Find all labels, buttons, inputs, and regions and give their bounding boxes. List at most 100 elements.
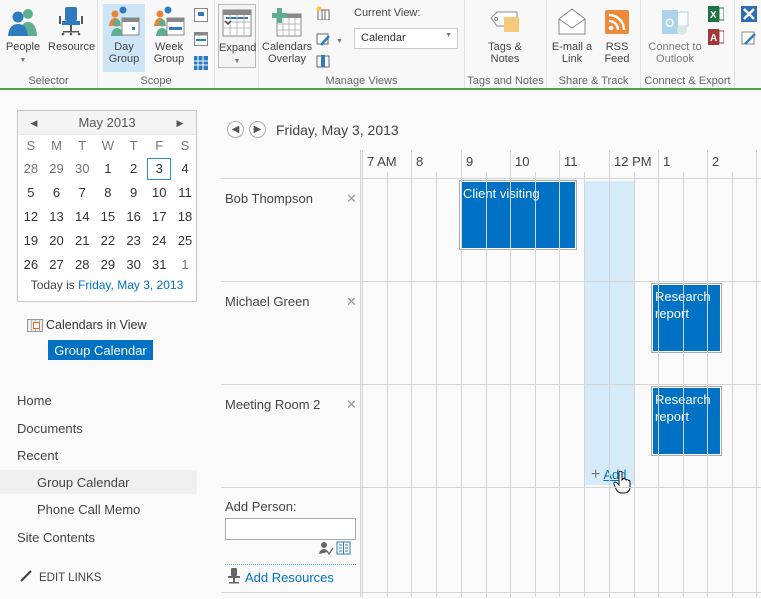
tags-notes-button[interactable]: Tags & Notes bbox=[480, 4, 530, 65]
add-person-input[interactable] bbox=[225, 518, 356, 540]
hour-label: 2 bbox=[712, 154, 720, 169]
calendar-day[interactable]: 28 bbox=[69, 253, 95, 277]
nav-group-calendar[interactable]: Group Calendar bbox=[37, 475, 130, 490]
calendar-day[interactable]: 29 bbox=[44, 157, 70, 181]
day-group-button[interactable]: Day Group bbox=[103, 4, 145, 72]
calendars-overlay-button[interactable]: Calendars Overlay bbox=[262, 4, 312, 65]
access-icon[interactable]: A bbox=[708, 29, 725, 45]
calendar-day[interactable]: 15 bbox=[95, 205, 121, 229]
hour-label: 11 bbox=[564, 154, 578, 169]
calendar-day[interactable]: 30 bbox=[69, 157, 95, 181]
calendar-day[interactable]: 29 bbox=[95, 253, 121, 277]
pencil-icon bbox=[20, 570, 32, 585]
next-month-icon[interactable]: ▶ bbox=[170, 111, 190, 135]
date-navigation: ◀ ▶ Friday, May 3, 2013 bbox=[227, 121, 399, 138]
email-link-button[interactable]: E-mail a Link bbox=[549, 4, 595, 65]
calendar-day[interactable]: 24 bbox=[146, 229, 172, 253]
hand-cursor-icon bbox=[613, 470, 631, 494]
calendar-day[interactable]: 1 bbox=[95, 157, 121, 181]
calendar-day[interactable]: 26 bbox=[18, 253, 44, 277]
calendar-day[interactable]: 30 bbox=[121, 253, 147, 277]
calendar-in-view-item[interactable]: Group Calendar bbox=[47, 339, 154, 361]
calendar-day[interactable]: 10 bbox=[146, 181, 172, 205]
hour-label: 10 bbox=[515, 154, 530, 169]
modify-view-icon[interactable]: ▼ bbox=[316, 32, 344, 46]
calendar-day[interactable]: 9 bbox=[121, 181, 147, 205]
edit-list-icon[interactable] bbox=[741, 30, 757, 46]
edit-links-button[interactable]: EDIT LINKS bbox=[20, 570, 101, 585]
week-group-button[interactable]: Week Group bbox=[148, 4, 190, 65]
hour-grid-line bbox=[362, 150, 363, 597]
chevron-down-icon: ▼ bbox=[445, 32, 452, 39]
week-view-icon[interactable] bbox=[194, 32, 208, 46]
calendar-day[interactable]: 27 bbox=[44, 253, 70, 277]
hour-grid-line bbox=[510, 150, 511, 597]
excel-icon[interactable]: X bbox=[708, 6, 725, 22]
people-icon bbox=[7, 6, 39, 38]
day-view-icon[interactable] bbox=[194, 8, 208, 22]
today-link[interactable]: Friday, May 3, 2013 bbox=[78, 278, 183, 292]
nav-documents[interactable]: Documents bbox=[17, 421, 83, 436]
hour-grid-line bbox=[609, 150, 610, 597]
calendar-day[interactable]: 13 bbox=[44, 205, 70, 229]
calendar-day[interactable]: 19 bbox=[18, 229, 44, 253]
remove-row-icon[interactable]: ✕ bbox=[346, 397, 357, 413]
event-research-report[interactable]: Research report bbox=[651, 386, 722, 456]
mini-calendar: ◀ May 2013 ▶ S M T W T F S 28 29 30 1 2 3 4 5 6 7 8 9 10 11 1… bbox=[17, 110, 197, 302]
calendar-day[interactable]: 31 bbox=[146, 253, 172, 277]
calendar-day[interactable]: 28 bbox=[18, 157, 44, 181]
add-resources-link[interactable]: Add Resources bbox=[227, 568, 334, 587]
browse-directory-icon[interactable] bbox=[336, 541, 352, 560]
group-label-share-track: Share & Track bbox=[558, 75, 629, 87]
weekday-header: T bbox=[129, 138, 138, 153]
calendar-day[interactable]: 12 bbox=[18, 205, 44, 229]
calendar-day[interactable]: 2 bbox=[121, 157, 147, 181]
calendar-day[interactable]: 11 bbox=[172, 181, 198, 205]
week-group-icon bbox=[153, 6, 185, 38]
settings-tools-icon[interactable] bbox=[741, 6, 757, 22]
calendar-day[interactable]: 1 bbox=[172, 253, 198, 277]
calendar-day[interactable]: 22 bbox=[95, 229, 121, 253]
resource-button[interactable]: Resource bbox=[48, 4, 95, 53]
next-day-icon[interactable]: ▶ bbox=[249, 121, 266, 138]
nav-phone-call-memo[interactable]: Phone Call Memo bbox=[37, 502, 140, 517]
hour-grid-line bbox=[658, 150, 659, 597]
view-columns-icon[interactable] bbox=[316, 54, 330, 68]
row-grid-line bbox=[221, 281, 761, 282]
calendar-day[interactable]: 25 bbox=[172, 229, 198, 253]
weekday-header: T bbox=[78, 138, 87, 153]
nav-recent[interactable]: Recent bbox=[17, 448, 58, 463]
calendar-day[interactable]: 21 bbox=[69, 229, 95, 253]
mini-calendar-grid: S M T W T F S 28 29 30 1 2 3 4 5 6 7 8 9 10 11 12 13 14 15 16 17 18… bbox=[18, 135, 196, 277]
calendar-day[interactable]: 4 bbox=[172, 157, 198, 181]
event-research-report[interactable]: Research report bbox=[651, 283, 722, 353]
remove-row-icon[interactable]: ✕ bbox=[346, 294, 357, 310]
plus-icon: + bbox=[591, 466, 601, 483]
calendar-day[interactable]: 20 bbox=[44, 229, 70, 253]
people-button[interactable]: People ▼ bbox=[3, 4, 43, 67]
create-view-icon[interactable] bbox=[316, 6, 330, 21]
rss-feed-button[interactable]: RSS Feed bbox=[599, 4, 635, 65]
calendar-day[interactable]: 17 bbox=[146, 205, 172, 229]
connect-outlook-button[interactable]: O Connect to Outlook bbox=[645, 4, 705, 65]
row-grid-line bbox=[221, 487, 761, 488]
calendar-day[interactable]: 5 bbox=[18, 181, 44, 205]
current-view-select[interactable]: Calendar ▼ bbox=[354, 28, 458, 49]
calendar-day[interactable]: 6 bbox=[44, 181, 70, 205]
calendar-day[interactable]: 7 bbox=[69, 181, 95, 205]
current-view-label: Current View: bbox=[354, 7, 421, 19]
prev-month-icon[interactable]: ◀ bbox=[24, 111, 44, 135]
remove-row-icon[interactable]: ✕ bbox=[346, 191, 357, 207]
outlook-icon: O bbox=[659, 6, 691, 38]
calendar-day[interactable]: 23 bbox=[121, 229, 147, 253]
calendar-day[interactable]: 18 bbox=[172, 205, 198, 229]
check-names-icon[interactable] bbox=[318, 541, 334, 560]
calendar-day[interactable]: 14 bbox=[69, 205, 95, 229]
month-view-icon[interactable] bbox=[194, 56, 208, 70]
calendar-day[interactable]: 8 bbox=[95, 181, 121, 205]
calendar-day[interactable]: 16 bbox=[121, 205, 147, 229]
prev-day-icon[interactable]: ◀ bbox=[227, 121, 244, 138]
nav-home[interactable]: Home bbox=[17, 393, 52, 408]
nav-site-contents[interactable]: Site Contents bbox=[17, 530, 95, 545]
calendar-day[interactable]: 3 bbox=[146, 157, 172, 181]
